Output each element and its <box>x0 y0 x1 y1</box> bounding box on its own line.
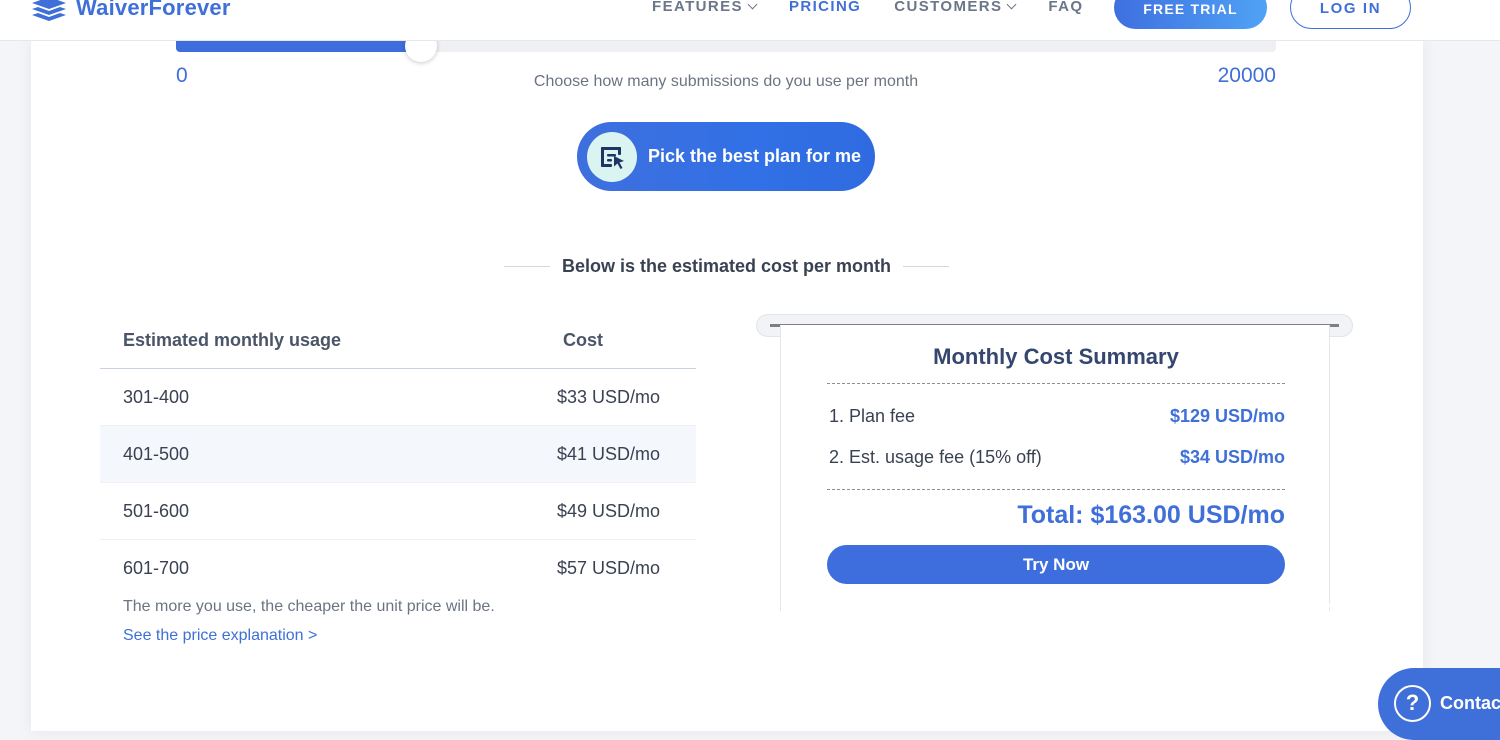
cost-cell: $57 USD/mo <box>557 558 661 578</box>
chevron-down-icon <box>1006 0 1017 9</box>
pick-best-plan-button[interactable]: Pick the best plan for me <box>577 122 875 191</box>
nav-pricing-label: PRICING <box>788 0 862 15</box>
nav-customers[interactable]: CUSTOMERS <box>894 0 1017 17</box>
summary-title: Monthly Cost Summary <box>933 344 1179 369</box>
contact-label: Contac <box>1440 692 1500 713</box>
cost-summary-receipt: Monthly Cost Summary 1. Plan fee $129 US… <box>780 325 1330 611</box>
divider-left <box>503 265 550 267</box>
usage-fee-label: 2. Est. usage fee (15% off) <box>829 447 1042 467</box>
layers-logo-icon <box>30 0 68 21</box>
brand-logo[interactable]: WaiverForever <box>30 0 231 23</box>
slider-caption: Choose how many submissions do you use p… <box>533 73 919 90</box>
pick-best-plan-label: Pick the best plan for me <box>648 146 862 166</box>
nav-customers-label: CUSTOMERS <box>894 0 1003 15</box>
usage-cell: 501-600 <box>123 500 190 521</box>
help-question-icon: ? <box>1394 684 1431 722</box>
nav-faq-label: FAQ <box>1048 0 1084 15</box>
submissions-slider[interactable] <box>176 41 1276 52</box>
slider-fill <box>176 41 421 52</box>
usage-fee-line: 2. Est. usage fee (15% off) $34 USD/mo <box>829 447 1285 468</box>
dashed-divider <box>827 489 1285 490</box>
plan-fee-value: $129 USD/mo <box>1169 406 1285 426</box>
table-header: Estimated monthly usage Cost <box>100 312 696 369</box>
header-cost: Cost <box>563 329 603 350</box>
brand-name: WaiverForever <box>76 0 231 20</box>
cost-cell: $49 USD/mo <box>557 500 661 521</box>
cost-cell: $33 USD/mo <box>557 386 661 407</box>
usage-cell: 301-400 <box>123 386 190 407</box>
estimate-heading-text: Below is the estimated cost per month <box>561 255 892 276</box>
cost-cell: $41 USD/mo <box>557 443 661 464</box>
main-nav: FEATURES PRICING CUSTOMERS FAQ <box>652 0 1116 17</box>
divider-right <box>903 265 950 267</box>
summary-total: Total: $163.00 USD/mo <box>1017 501 1285 529</box>
usage-cell: 601-700 <box>123 558 190 578</box>
login-button[interactable]: LOG IN <box>1290 0 1411 29</box>
try-now-button[interactable]: Try Now <box>827 545 1285 584</box>
nav-features-label: FEATURES <box>652 0 743 15</box>
slider-min-label: 0 <box>176 64 188 87</box>
slider-max-label: 20000 <box>1217 64 1276 87</box>
table-row: 301-400 $33 USD/mo <box>100 369 696 426</box>
top-navbar: WaiverForever FEATURES PRICING CUSTOMERS… <box>0 0 1500 41</box>
price-note: The more you use, the cheaper the unit p… <box>123 598 495 615</box>
table-row: 601-700 $57 USD/mo <box>100 540 696 597</box>
nav-pricing[interactable]: PRICING <box>789 0 861 17</box>
table-row: 401-500 $41 USD/mo <box>100 426 696 483</box>
dashed-divider <box>827 383 1285 384</box>
nav-features[interactable]: FEATURES <box>652 0 758 17</box>
header-usage: Estimated monthly usage <box>123 329 342 350</box>
free-trial-button[interactable]: FREE TRIAL <box>1114 0 1267 29</box>
estimate-heading: Below is the estimated cost per month <box>496 255 957 277</box>
usage-cell: 401-500 <box>123 443 190 464</box>
plan-select-icon <box>587 131 637 182</box>
contact-button[interactable]: ? Contac <box>1378 668 1500 740</box>
plan-fee-label: 1. Plan fee <box>829 406 916 426</box>
nav-faq[interactable]: FAQ <box>1048 0 1083 17</box>
chevron-down-icon <box>747 0 758 9</box>
receipt-torn-edge <box>780 604 1330 612</box>
plan-fee-line: 1. Plan fee $129 USD/mo <box>829 406 1285 427</box>
usage-fee-value: $34 USD/mo <box>1179 447 1285 467</box>
price-explanation-link[interactable]: See the price explanation > <box>123 627 317 645</box>
table-row: 501-600 $49 USD/mo <box>100 483 696 540</box>
usage-cost-table: Estimated monthly usage Cost 301-400 $33… <box>100 312 696 597</box>
